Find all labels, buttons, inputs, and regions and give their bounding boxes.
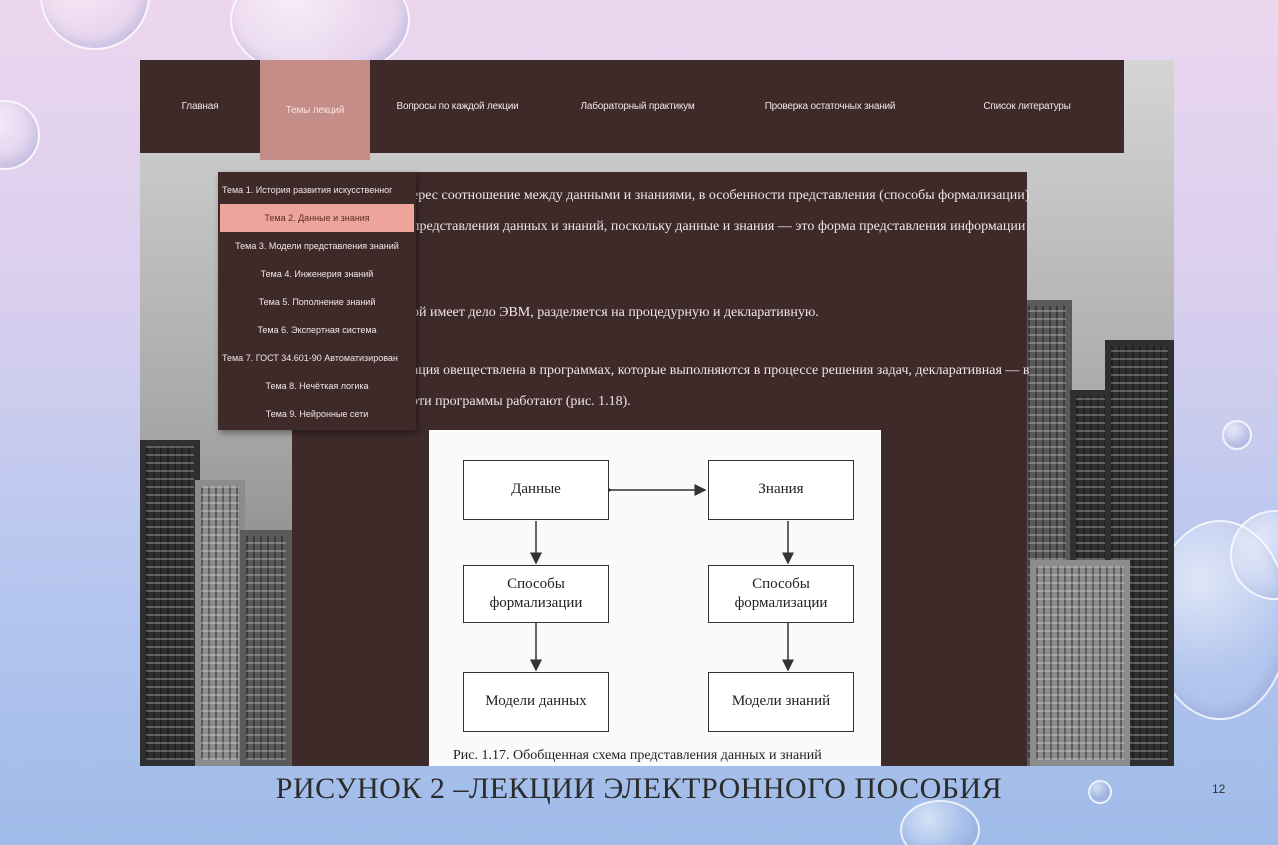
content-paragraph: представления данных и знаний, поскольку…: [412, 219, 1026, 234]
content-paragraph: эти программы работают (рис. 1.18).: [412, 394, 631, 409]
data-models-box: Модели данных: [463, 672, 609, 732]
topics-dropdown: Тема 1. История развития искусственног Т…: [218, 172, 416, 430]
menu-item-topic-7[interactable]: Тема 7. ГОСТ 34.601-90 Автоматизирован: [218, 344, 416, 372]
top-navigation: Главная Темы лекций Вопросы по каждой ле…: [140, 60, 1124, 160]
nav-knowledge-check[interactable]: Проверка остаточных знаний: [730, 60, 930, 153]
building: [1030, 560, 1130, 766]
nav-lab-practicum[interactable]: Лабораторный практикум: [545, 60, 730, 153]
nav-lecture-topics[interactable]: Темы лекций: [260, 60, 370, 160]
decorative-bubble: [40, 0, 150, 50]
page-number: 12: [1212, 782, 1226, 796]
menu-item-topic-8[interactable]: Тема 8. Нечёткая логика: [218, 372, 416, 400]
nav-home[interactable]: Главная: [140, 60, 260, 153]
decorative-bubble: [1222, 420, 1252, 450]
content-paragraph: ой имеет дело ЭВМ, разделяется на процед…: [412, 305, 819, 320]
data-box: Данные: [463, 460, 609, 520]
nav-lecture-questions[interactable]: Вопросы по каждой лекции: [370, 60, 545, 153]
menu-item-topic-4[interactable]: Тема 4. Инженерия знаний: [218, 260, 416, 288]
data-knowledge-diagram: Данные Знания Способы формализации Спосо…: [429, 430, 881, 766]
knowledge-formalization-box: Способы формализации: [708, 565, 854, 623]
menu-item-topic-6[interactable]: Тема 6. Экспертная система: [218, 316, 416, 344]
building: [195, 480, 245, 766]
decorative-bubble: [0, 100, 40, 170]
building: [140, 440, 200, 766]
decorative-bubble: [900, 800, 980, 845]
lecture-screenshot: Главная Темы лекций Вопросы по каждой ле…: [140, 60, 1174, 766]
menu-item-topic-1[interactable]: Тема 1. История развития искусственног: [218, 176, 416, 204]
slide-title: РИСУНОК 2 –ЛЕКЦИИ ЭЛЕКТРОННОГО ПОСОБИЯ: [275, 772, 1003, 805]
nav-bibliography[interactable]: Список литературы: [930, 60, 1124, 153]
data-formalization-box: Способы формализации: [463, 565, 609, 623]
content-paragraph: ерес соотношение между данными и знаниям…: [412, 188, 1030, 203]
building: [240, 530, 292, 766]
menu-item-topic-3[interactable]: Тема 3. Модели представления знаний: [218, 232, 416, 260]
knowledge-box: Знания: [708, 460, 854, 520]
figure-caption: Рис. 1.17. Обобщенная схема представлени…: [453, 748, 822, 763]
menu-item-topic-9[interactable]: Тема 9. Нейронные сети: [218, 400, 416, 428]
knowledge-models-box: Модели знаний: [708, 672, 854, 732]
menu-item-topic-5[interactable]: Тема 5. Пополнение знаний: [218, 288, 416, 316]
menu-item-topic-2[interactable]: Тема 2. Данные и знания: [220, 204, 414, 232]
content-paragraph: ация овеществлена в программах, которые …: [412, 363, 1030, 378]
